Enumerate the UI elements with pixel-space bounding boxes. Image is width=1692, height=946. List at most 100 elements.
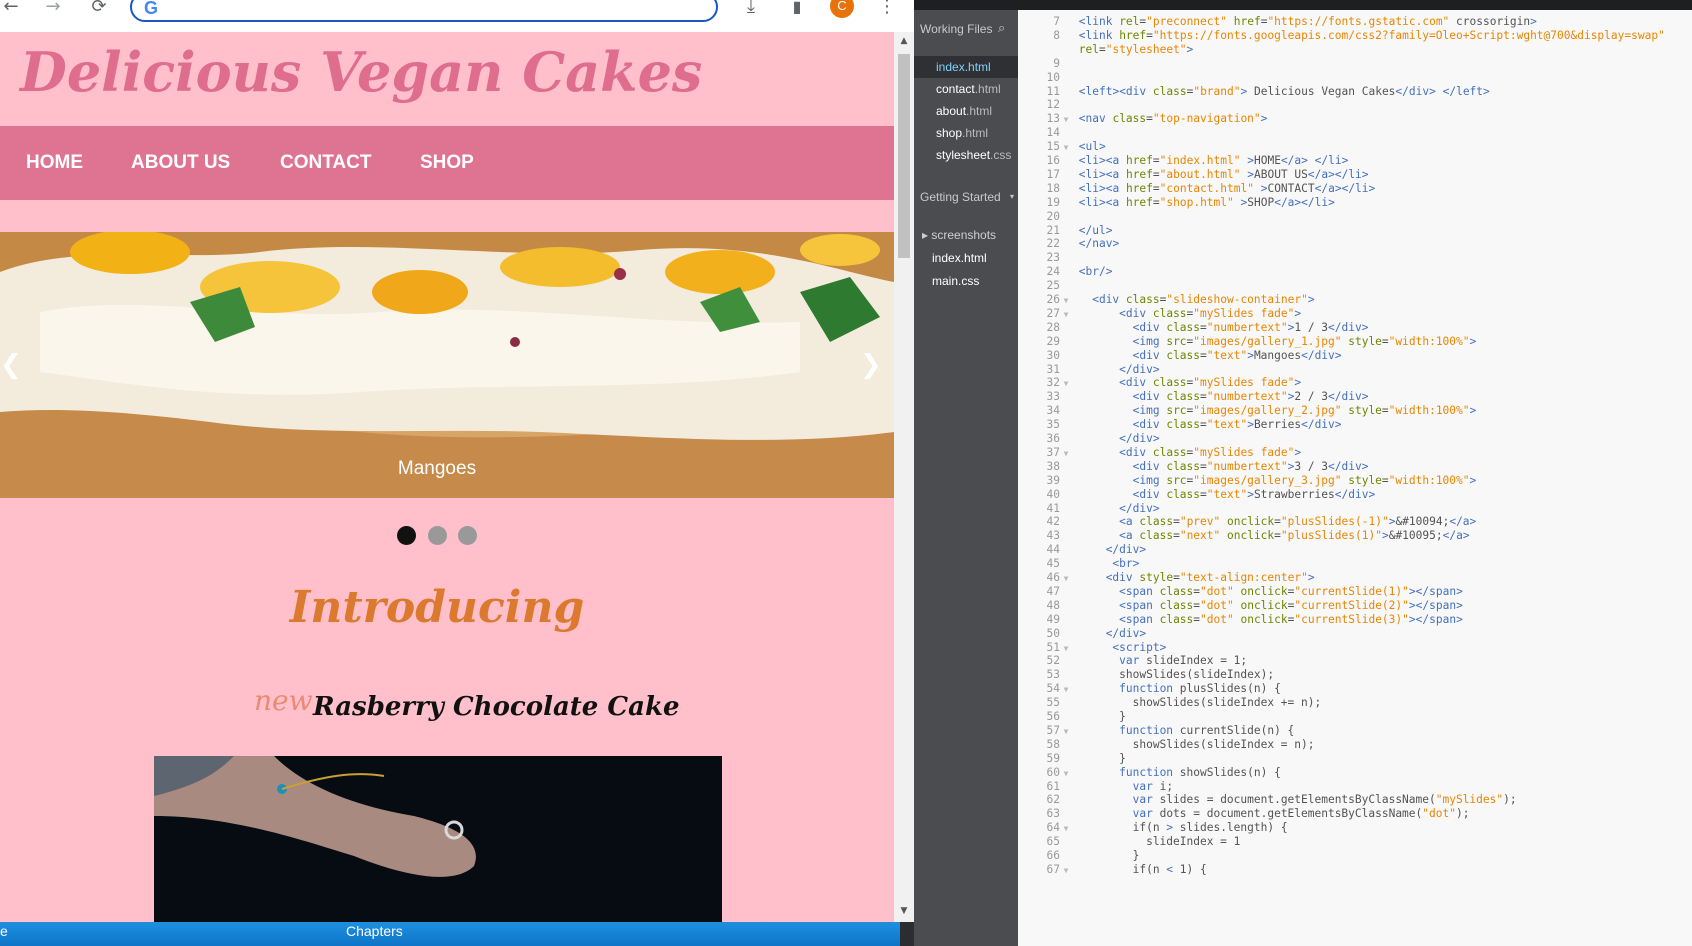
code-line[interactable]: 67 ▼ if(n < 1) { — [1018, 862, 1207, 877]
code-line[interactable]: 45 <br> — [1018, 556, 1140, 571]
code-line[interactable]: 22 </nav> — [1018, 236, 1120, 251]
code-line[interactable]: 44 </div> — [1018, 542, 1147, 557]
code-line[interactable]: 16 <li><a href="index.html" >HOME</a> </… — [1018, 153, 1349, 168]
code-line[interactable]: 23 — [1018, 250, 1079, 265]
code-line[interactable]: 18 <li><a href="contact.html" >CONTACT</… — [1018, 181, 1376, 196]
code-line[interactable]: 9 — [1018, 56, 1079, 71]
code-line[interactable]: 62 var slides = document.getElementsByCl… — [1018, 792, 1517, 807]
code-line[interactable]: 46 ▼ <div style="text-align:center"> — [1018, 570, 1315, 585]
download-icon[interactable]: ⤓ — [740, 0, 762, 20]
working-file-stylesheet[interactable]: stylesheet.css — [914, 144, 1018, 166]
code-line[interactable]: 8 <link href="https://fonts.googleapis.c… — [1018, 28, 1665, 43]
code-line[interactable]: 38 <div class="numbertext">3 / 3</div> — [1018, 459, 1369, 474]
page-scrollbar[interactable]: ▲ ▼ — [894, 32, 914, 922]
line-text: </div> — [1119, 501, 1160, 515]
code-line[interactable]: 26 ▼ <div class="slideshow-container"> — [1018, 292, 1315, 307]
code-line[interactable]: 47 <span class="dot" onclick="currentSli… — [1018, 584, 1463, 599]
project-file-main-css[interactable]: main.css — [914, 270, 1018, 292]
code-line[interactable]: 52 var slideIndex = 1; — [1018, 653, 1248, 668]
code-line[interactable]: rel="stylesheet"> — [1018, 42, 1194, 57]
code-line[interactable]: 55 showSlides(slideIndex += n); — [1018, 695, 1322, 710]
code-line[interactable]: 50 </div> — [1018, 626, 1147, 641]
code-line[interactable]: 59 } — [1018, 751, 1126, 766]
code-line[interactable]: 56 } — [1018, 709, 1126, 724]
folder-screenshots[interactable]: ▸ screenshots — [914, 224, 1018, 246]
code-line[interactable]: 27 ▼ <div class="mySlides fade"> — [1018, 306, 1302, 321]
code-line[interactable]: 42 <a class="prev" onclick="plusSlides(-… — [1018, 514, 1477, 529]
back-icon[interactable]: ← — [0, 0, 22, 20]
code-line[interactable]: 29 <img src="images/gallery_1.jpg" style… — [1018, 334, 1477, 349]
code-line[interactable]: 12 — [1018, 97, 1079, 112]
code-line[interactable]: 21 </ul> — [1018, 223, 1113, 238]
code-line[interactable]: 7 <link rel="preconnect" href="https://f… — [1018, 14, 1537, 29]
code-line[interactable]: 14 — [1018, 125, 1079, 140]
search-icon[interactable]: ⌕ — [998, 20, 1005, 36]
nav-link-about-us[interactable]: ABOUT US — [131, 126, 230, 200]
code-line[interactable]: 17 <li><a href="about.html" >ABOUT US</a… — [1018, 167, 1369, 182]
code-line[interactable]: 64 ▼ if(n > slides.length) { — [1018, 820, 1288, 835]
code-line[interactable]: 32 ▼ <div class="mySlides fade"> — [1018, 375, 1302, 390]
fold-arrow-icon[interactable]: ▼ — [1060, 863, 1072, 878]
code-line[interactable]: 31 </div> — [1018, 362, 1160, 377]
nav-link-home[interactable]: HOME — [26, 126, 83, 200]
code-line[interactable]: 53 showSlides(slideIndex); — [1018, 667, 1275, 682]
code-line[interactable]: 19 <li><a href="shop.html" >SHOP</a></li… — [1018, 195, 1335, 210]
reload-icon[interactable]: ⟳ — [88, 0, 110, 20]
code-line[interactable]: 15 ▼ <ul> — [1018, 139, 1106, 154]
code-line[interactable]: 20 — [1018, 209, 1079, 224]
nav-link-shop[interactable]: SHOP — [420, 126, 474, 200]
code-line[interactable]: 13 ▼ <nav class="top-navigation"> — [1018, 111, 1268, 126]
code-line[interactable]: 51 ▼ <script> — [1018, 640, 1167, 655]
code-line[interactable]: 57 ▼ function currentSlide(n) { — [1018, 723, 1295, 738]
code-line[interactable]: 36 </div> — [1018, 431, 1160, 446]
code-line[interactable]: 61 var i; — [1018, 779, 1174, 794]
code-line[interactable]: 63 var dots = document.getElementsByClas… — [1018, 806, 1470, 821]
code-line[interactable]: 66 } — [1018, 848, 1140, 863]
code-line[interactable]: 34 <img src="images/gallery_2.jpg" style… — [1018, 403, 1477, 418]
project-file-index-html[interactable]: index.html — [914, 247, 1018, 269]
scroll-up-icon[interactable]: ▲ — [894, 36, 914, 46]
code-area[interactable]: 7 <link rel="preconnect" href="https://f… — [1018, 10, 1692, 946]
code-line[interactable]: 40 <div class="text">Strawberries</div> — [1018, 487, 1376, 502]
code-line[interactable]: 24 <br/> — [1018, 264, 1113, 279]
code-line[interactable]: 49 <span class="dot" onclick="currentSli… — [1018, 612, 1463, 627]
code-line[interactable]: 30 <div class="text">Mangoes</div> — [1018, 348, 1342, 363]
working-file-shop[interactable]: shop.html — [914, 122, 1018, 144]
chevron-down-icon[interactable]: ▾ — [1010, 192, 1014, 201]
slide-dot-1[interactable] — [397, 526, 416, 545]
scroll-down-icon[interactable]: ▼ — [894, 906, 914, 916]
code-line[interactable]: 60 ▼ function showSlides(n) { — [1018, 765, 1281, 780]
address-bar[interactable]: G — [130, 0, 718, 22]
code-line[interactable]: 43 <a class="next" onclick="plusSlides(1… — [1018, 528, 1470, 543]
code-line[interactable]: 28 <div class="numbertext">1 / 3</div> — [1018, 320, 1369, 335]
working-file-index[interactable]: index.html — [914, 56, 1018, 78]
nav-link-contact[interactable]: CONTACT — [280, 126, 371, 200]
page-viewport[interactable]: Delicious Vegan Cakes HOME ABOUT US CONT… — [0, 32, 894, 922]
code-line[interactable]: 39 <img src="images/gallery_3.jpg" style… — [1018, 473, 1477, 488]
code-line[interactable]: 65 slideIndex = 1 — [1018, 834, 1241, 849]
slide-next-button[interactable]: ❯ — [860, 350, 882, 380]
forward-icon[interactable]: → — [42, 0, 64, 20]
code-line[interactable]: 37 ▼ <div class="mySlides fade"> — [1018, 445, 1302, 460]
code-line[interactable]: 11 <left><div class="brand"> Delicious V… — [1018, 84, 1490, 99]
slide-dot-2[interactable] — [428, 526, 447, 545]
code-line[interactable]: 48 <span class="dot" onclick="currentSli… — [1018, 598, 1463, 613]
line-number: 52 — [1046, 654, 1060, 668]
code-line[interactable]: 58 showSlides(slideIndex = n); — [1018, 737, 1315, 752]
working-file-contact[interactable]: contact.html — [914, 78, 1018, 100]
chapters-button[interactable]: Chapters — [346, 922, 403, 940]
code-line[interactable]: 25 — [1018, 278, 1079, 293]
side-panel-icon[interactable]: ▮ — [786, 0, 808, 20]
slide-dot-3[interactable] — [458, 526, 477, 545]
code-line[interactable]: 10 — [1018, 70, 1079, 85]
slide-prev-button[interactable]: ❮ — [0, 350, 22, 380]
menu-icon[interactable]: ⋮ — [876, 0, 898, 20]
profile-avatar[interactable]: C — [830, 0, 854, 18]
code-line[interactable]: 41 </div> — [1018, 501, 1160, 516]
project-label[interactable]: Getting Started — [920, 190, 1001, 204]
code-line[interactable]: 35 <div class="text">Berries</div> — [1018, 417, 1342, 432]
code-line[interactable]: 54 ▼ function plusSlides(n) { — [1018, 681, 1281, 696]
working-file-about[interactable]: about.html — [914, 100, 1018, 122]
scroll-thumb[interactable] — [898, 54, 910, 258]
code-line[interactable]: 33 <div class="numbertext">2 / 3</div> — [1018, 389, 1369, 404]
